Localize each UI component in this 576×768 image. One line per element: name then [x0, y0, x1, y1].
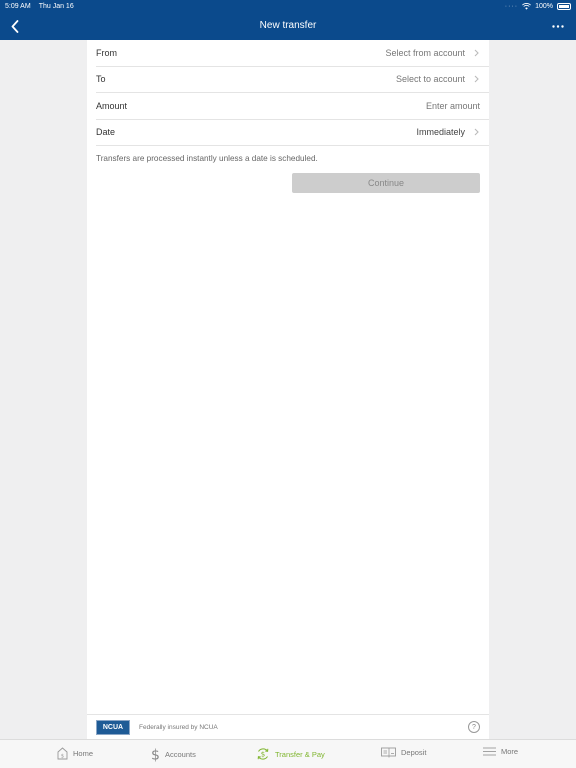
to-value: Select to account [395, 74, 465, 85]
page-title: New transfer [259, 20, 317, 31]
ellipsis-icon [552, 24, 564, 28]
chevron-right-icon [472, 75, 480, 83]
back-button[interactable] [6, 17, 24, 35]
home-icon: $ [57, 747, 68, 760]
from-label: From [96, 47, 117, 58]
date-value: Immediately [416, 127, 465, 138]
tab-accounts-label: Accounts [165, 750, 196, 759]
date-label: Date [96, 127, 116, 138]
transfer-icon: $ [257, 748, 269, 760]
status-time: 5:09 AM [5, 2, 31, 10]
tab-home-label: Home [73, 749, 94, 758]
tab-more[interactable]: More [483, 747, 518, 756]
transfer-form: From Select from account To Select to ac… [87, 40, 489, 714]
insurance-text: Federally insured by NCUA [139, 723, 218, 731]
status-date: Thu Jan 16 [38, 2, 74, 10]
more-options-button[interactable] [550, 18, 566, 34]
from-value: Select from account [385, 47, 465, 58]
wifi-icon [522, 2, 532, 10]
tab-deposit-label: Deposit [401, 748, 427, 757]
to-account-row[interactable]: To Select to account [96, 67, 489, 93]
from-account-row[interactable]: From Select from account [96, 40, 489, 67]
status-bar: 5:09 AM Thu Jan 16 ···· 100% [0, 0, 576, 12]
help-button[interactable]: ? [468, 721, 480, 733]
tab-transfer-pay-label: Transfer & Pay [275, 749, 325, 759]
transfer-note: Transfers are processed instantly unless… [96, 154, 318, 163]
chevron-right-icon [472, 49, 480, 57]
tab-home[interactable]: $ Home [57, 747, 93, 760]
tab-transfer-pay[interactable]: $ Transfer & Pay [256, 747, 325, 761]
tab-deposit[interactable]: Deposit [381, 747, 426, 758]
svg-text:$: $ [261, 751, 265, 759]
battery-percent: 100% [535, 2, 553, 10]
svg-text:$: $ [61, 754, 64, 760]
chevron-right-icon [472, 128, 480, 136]
amount-row[interactable]: Amount Enter amount [96, 93, 489, 120]
battery-icon [557, 2, 571, 10]
tab-more-label: More [501, 747, 519, 756]
continue-button[interactable]: Continue [292, 173, 480, 193]
svg-text:$: $ [151, 748, 160, 763]
to-label: To [96, 74, 106, 85]
amount-input[interactable]: Enter amount [426, 101, 480, 111]
chevron-left-icon [11, 19, 19, 33]
ncua-badge: NCUA [96, 719, 130, 735]
signal-dots-icon: ···· [504, 2, 519, 10]
tab-bar: $ Home $ Accounts $ Transfer & Pay Depos… [0, 739, 576, 768]
nav-bar: New transfer [0, 12, 576, 40]
date-row[interactable]: Date Immediately [96, 120, 489, 146]
amount-label: Amount [96, 100, 128, 111]
dollar-icon: $ [151, 748, 160, 763]
check-deposit-icon [381, 747, 396, 758]
menu-icon [483, 747, 496, 756]
tab-accounts[interactable]: $ Accounts [151, 747, 196, 763]
footer: NCUA Federally insured by NCUA ? [87, 714, 489, 739]
